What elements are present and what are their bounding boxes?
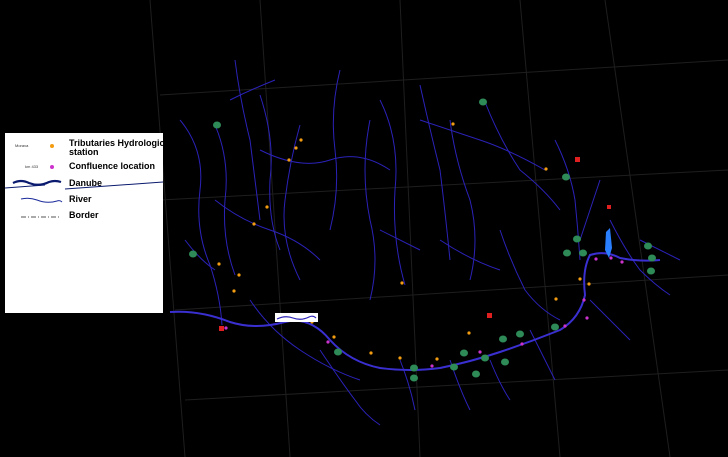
river-line-icon [20,197,63,203]
hydrologic-stations [189,98,656,382]
legend-item-danube: Danube [5,177,163,191]
legend-item-river: River [5,194,163,206]
legend-label: Confluence location [69,161,156,171]
legend-item-confluence: km 433 Confluence location [5,162,163,174]
orange-dot-icon [50,144,54,148]
scale-marker [275,313,318,322]
legend-label: station [69,147,99,157]
legend-label: Border [69,210,99,220]
graticule [149,0,728,457]
legend-label: Danube [69,178,103,188]
legend-item-tributary-station: Morava Tributaries Hydrologic station [5,139,165,161]
legend-label: River [69,194,92,204]
legend-small-text: Morava [15,143,29,148]
magenta-dot-icon [50,165,54,169]
border-line-icon [21,216,61,218]
confluence-locations [224,256,624,368]
river-network [179,59,681,426]
legend-item-border: Border [5,210,163,222]
map-legend: Morava Tributaries Hydrologic station km… [5,133,165,313]
legend-small-text: km 433 [25,164,39,169]
